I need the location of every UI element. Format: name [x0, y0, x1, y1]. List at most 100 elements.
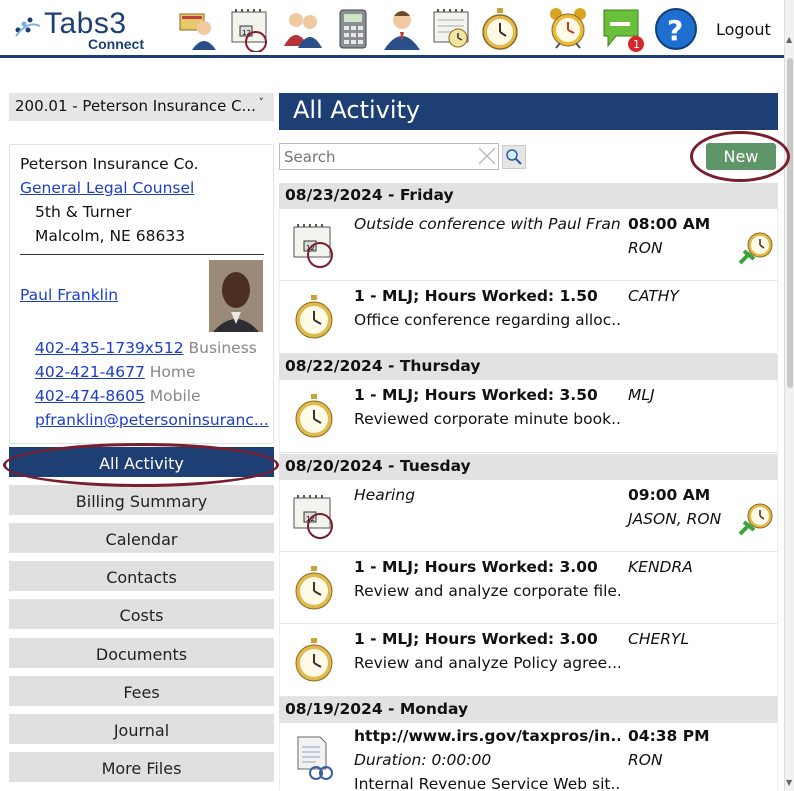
entry-url: http://www.irs.gov/taxpros/in... — [354, 727, 620, 745]
entry-description: Hearing — [354, 486, 416, 504]
appointment-calendar-icon: 12 — [293, 224, 333, 268]
entry-user: RON — [628, 751, 663, 769]
entry-user: CHERYL — [628, 630, 690, 648]
stopwatch-icon[interactable] — [478, 6, 522, 52]
entry-description: Review and analyze corporate file... — [354, 582, 620, 600]
entry-time: 08:00 AM — [628, 215, 711, 233]
phone-mobile: 402-474-8605 Mobile — [35, 387, 201, 405]
stopwatch-icon — [295, 394, 333, 438]
email-link[interactable]: pfranklin@petersoninsuranc... — [35, 411, 269, 429]
phone-business: 402-435-1739x512 Business — [35, 339, 257, 357]
entry-user: CATHY — [628, 287, 679, 305]
schedule-icon[interactable] — [430, 6, 474, 52]
page-scrollbar[interactable]: ▲ ▼ — [784, 0, 794, 791]
list-item[interactable]: 1 - MLJ; Hours Worked: 3.00 Review and a… — [279, 624, 778, 697]
contacts-icon[interactable] — [280, 6, 324, 52]
nav-documents[interactable]: Documents — [9, 638, 274, 672]
journal-document-icon — [297, 736, 333, 780]
contact-card: Peterson Insurance Co. General Legal Cou… — [9, 144, 274, 444]
nav-costs[interactable]: Costs — [9, 599, 274, 633]
search-button[interactable] — [502, 145, 526, 169]
stopwatch-icon — [295, 566, 333, 610]
page-title: All Activity — [279, 93, 778, 130]
divider — [20, 254, 264, 255]
phone-home-type: Home — [149, 363, 196, 381]
contact-person-link[interactable]: Paul Franklin — [20, 286, 118, 304]
list-item[interactable]: 12 Outside conference with Paul Frank...… — [279, 209, 778, 281]
calendar-icon[interactable]: 12 — [228, 6, 272, 52]
logout-link[interactable]: Logout — [716, 20, 771, 39]
chevron-down-icon: ˅ — [258, 96, 265, 109]
user-icon[interactable] — [380, 6, 424, 52]
list-item[interactable]: http://www.irs.gov/taxpros/in... Duratio… — [279, 723, 778, 791]
matter-selected: 200.01 - Peterson Insurance C... — [15, 97, 256, 115]
phone-mobile-link[interactable]: 402-474-8605 — [35, 387, 145, 405]
scroll-up-icon[interactable]: ▲ — [786, 35, 792, 44]
nav-journal[interactable]: Journal — [9, 714, 274, 748]
entry-summary: 1 - MLJ; Hours Worked: 3.00 — [354, 630, 598, 648]
matter-description-link[interactable]: General Legal Counsel — [20, 179, 194, 197]
entry-user: RON — [628, 239, 663, 257]
entry-time: 04:38 PM — [628, 727, 710, 745]
day-header: 08/20/2024 - Tuesday — [279, 454, 778, 480]
list-item[interactable]: 1 - MLJ; Hours Worked: 3.00 Review and a… — [279, 552, 778, 624]
entry-duration: Duration: 0:00:00 — [354, 751, 492, 769]
logo-sub: Connect — [88, 36, 144, 52]
search-box — [279, 143, 499, 170]
timer-pin-icon[interactable] — [738, 500, 774, 536]
list-item[interactable]: 12 Hearing 09:00 AM JASON, RON — [279, 480, 778, 552]
tabs3-logo[interactable]: Tabs3 Connect — [14, 7, 154, 52]
matter-dropdown[interactable]: 200.01 - Peterson Insurance C... ˅ — [9, 93, 274, 121]
entry-description: Internal Revenue Service Web sit... — [354, 775, 620, 791]
address-line-1: 5th & Turner — [35, 203, 132, 221]
address-line-2: Malcolm, NE 68633 — [35, 227, 186, 245]
nav-billing-summary[interactable]: Billing Summary — [9, 485, 274, 519]
entry-time: 09:00 AM — [628, 486, 711, 504]
alarm-clock-icon[interactable] — [546, 6, 590, 52]
entry-user: KENDRA — [628, 558, 693, 576]
nav-contacts[interactable]: Contacts — [9, 561, 274, 595]
highlight-ellipse-new — [690, 131, 790, 182]
search-input[interactable] — [280, 144, 480, 169]
clear-search-icon[interactable] — [476, 145, 498, 167]
activity-list: 08/23/2024 - Friday 12 Outside conferenc… — [279, 183, 778, 791]
timer-pin-icon[interactable] — [738, 229, 774, 265]
top-bar: Tabs3 Connect 12 1 ? Logout — [0, 0, 784, 58]
messages-icon[interactable]: 1 — [600, 6, 644, 52]
entry-description: Office conference regarding alloc... — [354, 311, 620, 329]
day-header: 08/23/2024 - Friday — [279, 183, 778, 209]
search-icon — [506, 149, 522, 165]
phone-business-type: Business — [188, 339, 257, 357]
stopwatch-icon — [295, 295, 333, 339]
appointment-calendar-icon: 12 — [293, 495, 333, 539]
entry-summary: 1 - MLJ; Hours Worked: 3.00 — [354, 558, 598, 576]
highlight-ellipse-all-activity — [3, 443, 279, 487]
entry-description: Reviewed corporate minute book... — [354, 410, 620, 428]
entry-description: Outside conference with Paul Frank... — [354, 215, 620, 233]
stopwatch-icon — [295, 638, 333, 682]
entry-summary: 1 - MLJ; Hours Worked: 1.50 — [354, 287, 598, 305]
scroll-thumb[interactable] — [787, 58, 793, 388]
nav-fees[interactable]: Fees — [9, 676, 274, 710]
client-icon[interactable] — [176, 6, 220, 52]
day-header: 08/22/2024 - Thursday — [279, 354, 778, 380]
nav-calendar[interactable]: Calendar — [9, 523, 274, 557]
list-item[interactable]: 1 - MLJ; Hours Worked: 3.50 Reviewed cor… — [279, 380, 778, 453]
avatar — [209, 260, 263, 332]
nav-more-files[interactable]: More Files — [9, 752, 274, 786]
entry-summary: 1 - MLJ; Hours Worked: 3.50 — [354, 386, 598, 404]
phone-business-link[interactable]: 402-435-1739x512 — [35, 339, 184, 357]
logo-mark-icon — [15, 17, 41, 37]
phone-home: 402-421-4677 Home — [35, 363, 196, 381]
entry-description: Review and analyze Policy agree... — [354, 654, 620, 672]
entry-user: JASON, RON — [628, 510, 722, 528]
scroll-down-icon[interactable]: ▼ — [786, 778, 792, 787]
help-icon[interactable]: ? — [654, 6, 698, 52]
svg-text:?: ? — [667, 14, 683, 47]
day-header: 08/19/2024 - Monday — [279, 697, 778, 723]
list-item[interactable]: 1 - MLJ; Hours Worked: 1.50 Office confe… — [279, 281, 778, 354]
calculator-icon[interactable] — [332, 6, 376, 52]
phone-home-link[interactable]: 402-421-4677 — [35, 363, 145, 381]
contact-photo — [209, 260, 263, 332]
svg-text:12: 12 — [242, 29, 251, 37]
